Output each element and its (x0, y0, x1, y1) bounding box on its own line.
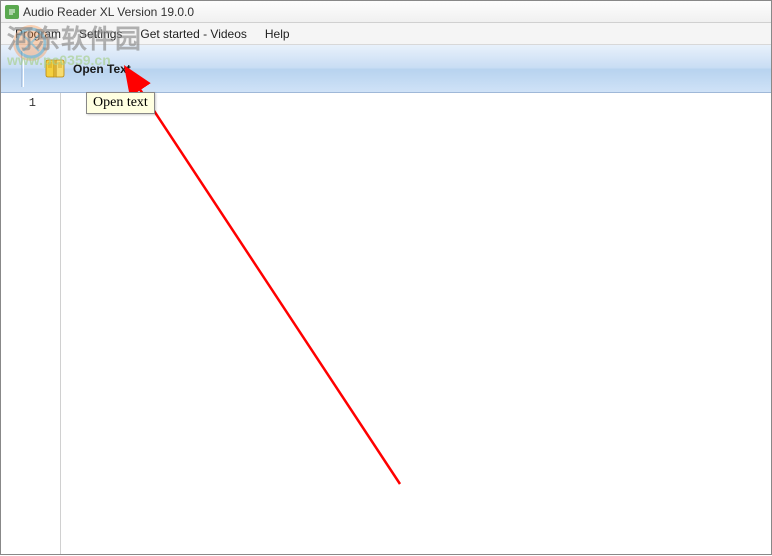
book-icon (43, 57, 67, 81)
content-area: 1 (1, 93, 771, 554)
line-number: 1 (1, 96, 36, 110)
menu-program[interactable]: Program (7, 25, 69, 43)
window-title: Audio Reader XL Version 19.0.0 (23, 5, 194, 19)
open-text-button[interactable]: Open Text (34, 52, 140, 86)
toolbar-separator (21, 51, 24, 87)
toolbar: Open Text (1, 45, 771, 93)
tooltip: Open text (86, 92, 155, 114)
app-icon (5, 5, 19, 19)
text-editor[interactable] (61, 93, 771, 554)
menu-get-started[interactable]: Get started - Videos (132, 25, 255, 43)
open-text-label: Open Text (73, 62, 131, 76)
menu-settings[interactable]: Settings (71, 25, 130, 43)
menu-help[interactable]: Help (257, 25, 298, 43)
menubar: Program Settings Get started - Videos He… (1, 23, 771, 45)
line-gutter: 1 (1, 93, 61, 554)
titlebar: Audio Reader XL Version 19.0.0 (1, 1, 771, 23)
